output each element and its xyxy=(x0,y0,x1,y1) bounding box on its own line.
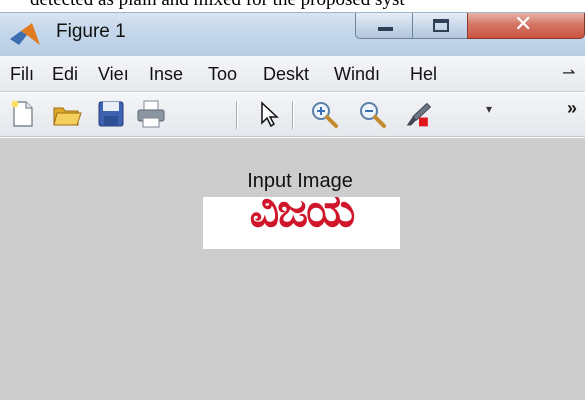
menu-window[interactable]: Windı xyxy=(334,64,380,85)
minimize-icon xyxy=(378,27,393,31)
menu-bar: Filı Edi Vieı Inse Too Deskt Windı Hel ⇀ xyxy=(0,56,585,92)
menu-desktop[interactable]: Deskt xyxy=(263,64,309,85)
title-bar[interactable]: Figure 1 ✕ xyxy=(0,12,585,56)
toolbar-overflow-button[interactable]: » xyxy=(567,98,577,119)
edit-plot-icon[interactable] xyxy=(253,99,283,129)
figure-toolbar: ▾ » xyxy=(0,93,585,137)
chevron-more-icon[interactable]: ⇀ xyxy=(562,63,575,83)
maximize-button[interactable] xyxy=(412,13,468,39)
menu-tools[interactable]: Too xyxy=(208,64,237,85)
new-figure-icon[interactable] xyxy=(8,99,38,129)
input-image-text: ವಿಜಯ xyxy=(249,197,356,237)
zoom-in-icon[interactable] xyxy=(309,99,339,129)
figure-window: Figure 1 ✕ Filı Edi Vieı Inse Too Deskt … xyxy=(0,12,585,400)
close-icon: ✕ xyxy=(514,12,533,36)
close-button[interactable]: ✕ xyxy=(467,12,585,39)
axes-title: Input Image xyxy=(247,170,353,192)
menu-view[interactable]: Vieı xyxy=(98,64,129,85)
menu-edit[interactable]: Edi xyxy=(52,64,78,85)
menu-file[interactable]: Filı xyxy=(10,64,34,85)
brush-icon[interactable] xyxy=(404,99,434,129)
print-figure-icon[interactable] xyxy=(136,99,166,129)
save-figure-icon[interactable] xyxy=(96,99,126,129)
menu-insert[interactable]: Inse xyxy=(149,64,183,85)
minimize-button[interactable] xyxy=(355,13,413,39)
matlab-logo-icon xyxy=(10,23,40,45)
toolbar-separator xyxy=(292,101,293,129)
menu-help[interactable]: Hel xyxy=(410,64,437,85)
brush-dropdown-arrow[interactable]: ▾ xyxy=(486,102,492,116)
document-text-fragment: detected as plain and mixed for the prop… xyxy=(0,0,585,11)
open-file-icon[interactable] xyxy=(52,99,82,129)
maximize-icon xyxy=(433,19,449,32)
toolbar-separator xyxy=(236,101,237,129)
zoom-out-icon[interactable] xyxy=(357,99,387,129)
input-image: ವಿಜಯ xyxy=(203,197,400,249)
figure-canvas: Input Image ವಿಜಯ xyxy=(0,138,585,400)
screenshot: detected as plain and mixed for the prop… xyxy=(0,0,585,400)
window-title: Figure 1 xyxy=(56,21,126,42)
